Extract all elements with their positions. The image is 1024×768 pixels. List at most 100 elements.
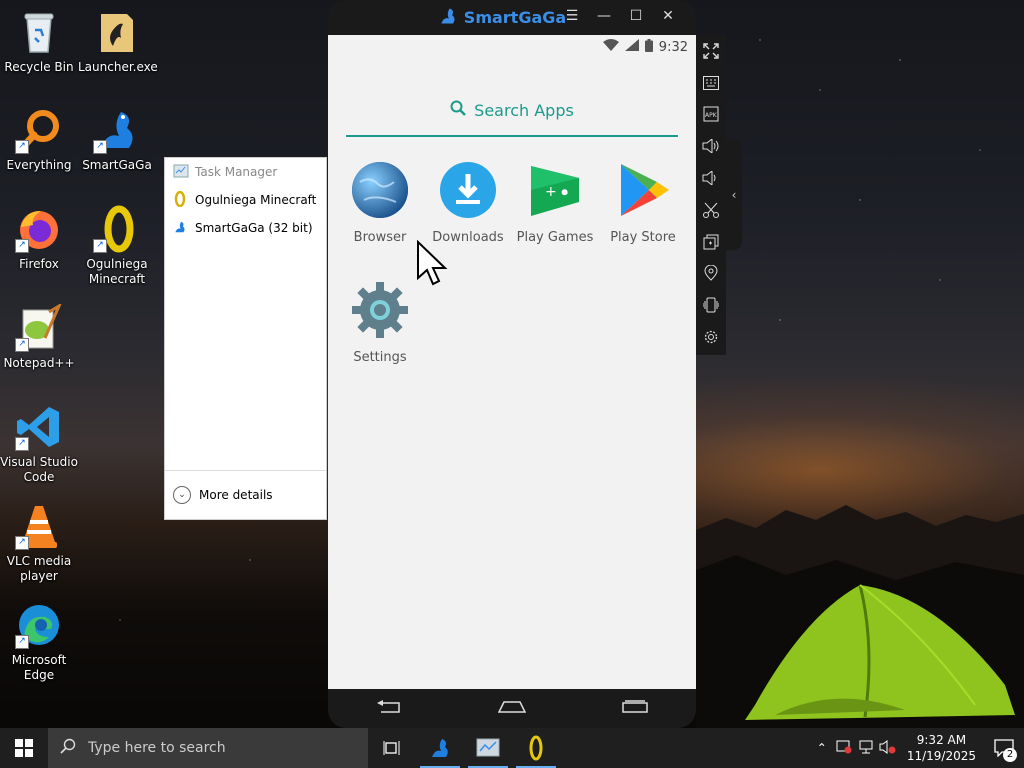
svg-text:+ ⦁: + ⦁ — [545, 184, 568, 200]
maximize-icon[interactable]: ☐ — [628, 8, 644, 24]
android-clock: 9:32 — [658, 39, 688, 55]
svg-text:APK: APK — [705, 112, 718, 119]
minimize-icon[interactable]: — — [596, 8, 612, 24]
app-label: Settings — [353, 350, 407, 365]
back-icon[interactable] — [375, 699, 403, 718]
taskbar-clock[interactable]: 9:32 AM 11/19/2025 — [899, 732, 984, 764]
minecraft-launcher-icon: ↗ — [93, 205, 141, 253]
task-manager-item-label: SmartGaGa (32 bit) — [195, 221, 313, 235]
app-downloads[interactable]: Downloads — [423, 160, 513, 245]
task-manager-window: Task Manager Ogulniega Minecraft SmartGa… — [164, 157, 327, 520]
firefox-icon: ↗ — [15, 205, 63, 253]
task-manager-title: Task Manager — [195, 165, 278, 179]
desktop-icon-label: Visual Studio Code — [0, 455, 78, 484]
task-view-icon — [383, 741, 400, 755]
desktop-icon-label: Microsoft Edge — [11, 653, 67, 682]
downloads-icon — [438, 160, 498, 220]
app-browser[interactable]: Browser — [335, 160, 425, 245]
shake-vibrate-icon[interactable] — [696, 289, 726, 321]
wifi-icon — [602, 39, 619, 55]
taskbar-search-placeholder: Type here to search — [88, 740, 226, 756]
desktop-icon-recycle-bin[interactable]: Recycle Bin — [0, 8, 78, 75]
chevron-up-icon[interactable]: ⌃ — [811, 741, 833, 755]
fullscreen-icon[interactable] — [696, 35, 726, 67]
desktop-icon-label: Launcher.exe — [78, 60, 158, 74]
desktop-icon-vlc[interactable]: ↗ VLC media player — [0, 502, 78, 584]
desktop-icon-notepadpp[interactable]: ↗ Notepad++ — [0, 302, 78, 371]
volume-muted-icon[interactable] — [877, 739, 899, 757]
desktop-icon-smartgaga[interactable]: ↗ SmartGaGa — [78, 106, 156, 173]
close-icon[interactable]: ✕ — [660, 8, 676, 24]
android-nav-bar — [328, 689, 696, 728]
hamburger-menu-icon[interactable]: ☰ — [564, 8, 580, 24]
app-label: Play Store — [610, 230, 676, 245]
task-view-button[interactable] — [368, 728, 416, 768]
launcher-icon — [93, 8, 141, 56]
desktop-icon-vscode[interactable]: ↗ Visual Studio Code — [0, 403, 78, 485]
desktop-icon-label: SmartGaGa — [82, 158, 152, 172]
sidebar-collapse-toggle[interactable]: ‹ — [726, 140, 742, 250]
search-icon — [450, 100, 467, 120]
smartgaga-emulator-window: SmartGaGa ☰ — ☐ ✕ 9:32 Search Apps Brows… — [328, 0, 696, 728]
multi-instance-icon[interactable] — [696, 226, 726, 258]
desktop-icon-firefox[interactable]: ↗ Firefox — [0, 205, 78, 272]
desktop-icon-label: Ogulniega Minecraft — [86, 257, 148, 286]
minecraft-launcher-icon — [173, 190, 187, 210]
smartgaga-logo-icon — [438, 6, 458, 30]
task-manager-item-minecraft[interactable]: Ogulniega Minecraft — [165, 186, 326, 214]
clock-date: 11/19/2025 — [906, 749, 976, 763]
task-manager-title-bar: Task Manager — [165, 158, 326, 186]
more-details-label: More details — [199, 488, 273, 502]
android-screen: 9:32 Search Apps Browser Downloads + ⦁ P… — [328, 35, 696, 689]
start-button[interactable] — [0, 728, 48, 768]
home-icon[interactable] — [497, 699, 527, 718]
volume-up-icon[interactable] — [696, 130, 726, 162]
app-play-store[interactable]: Play Store — [598, 160, 688, 245]
desktop-icon-edge[interactable]: ↗ Microsoft Edge — [0, 601, 78, 683]
more-details-button[interactable]: ⌄ More details — [165, 470, 326, 519]
everything-search-icon: ↗ — [15, 106, 63, 154]
app-settings[interactable]: Settings — [335, 280, 425, 365]
search-apps-label: Search Apps — [474, 100, 574, 120]
desktop-icon-label: Notepad++ — [3, 356, 75, 370]
desktop-icon-label: VLC media player — [6, 554, 72, 583]
desktop-icon-launcher[interactable]: Launcher.exe — [78, 8, 158, 75]
play-games-icon: + ⦁ — [525, 160, 585, 220]
taskbar-search-box[interactable]: Type here to search — [48, 728, 368, 768]
taskbar-task-manager[interactable] — [464, 728, 512, 768]
network-icon[interactable] — [855, 740, 877, 757]
screenshot-scissors-icon[interactable] — [696, 194, 726, 226]
smartgaga-icon — [432, 739, 448, 757]
volume-down-icon[interactable] — [696, 162, 726, 194]
vscode-icon: ↗ — [15, 403, 63, 451]
desktop-icon-minecraft[interactable]: ↗ Ogulniega Minecraft — [78, 205, 156, 287]
install-apk-icon[interactable]: APK — [696, 99, 726, 131]
emulator-side-toolbar: APK — [696, 35, 726, 355]
smartgaga-icon: ↗ — [93, 106, 141, 154]
keyboard-icon[interactable] — [696, 67, 726, 99]
security-alert-icon[interactable] — [833, 740, 855, 757]
settings-icon[interactable] — [696, 321, 726, 353]
notification-count: 2 — [1003, 748, 1017, 762]
notepadpp-icon: ↗ — [15, 302, 63, 352]
taskbar-smartgaga[interactable] — [416, 728, 464, 768]
action-center-button[interactable]: 2 — [984, 728, 1024, 768]
windows-logo-icon — [15, 739, 33, 757]
task-manager-icon — [173, 164, 189, 181]
chevron-down-icon: ⌄ — [173, 486, 191, 504]
search-icon — [60, 738, 76, 758]
task-manager-item-smartgaga[interactable]: SmartGaGa (32 bit) — [165, 214, 326, 242]
taskbar-minecraft[interactable] — [512, 728, 560, 768]
app-play-games[interactable]: + ⦁ Play Games — [510, 160, 600, 245]
search-apps-bar[interactable]: Search Apps — [346, 85, 678, 137]
desktop-icon-everything[interactable]: ↗ Everything — [0, 106, 78, 173]
location-pin-icon[interactable] — [696, 258, 726, 290]
edge-icon: ↗ — [15, 601, 63, 649]
browser-globe-icon — [350, 160, 410, 220]
desktop-icon-label: Firefox — [19, 257, 59, 271]
recent-apps-icon[interactable] — [621, 699, 649, 718]
smartgaga-icon — [173, 219, 187, 238]
vlc-icon: ↗ — [15, 502, 63, 550]
recycle-bin-icon — [15, 8, 63, 56]
task-manager-icon — [476, 738, 500, 757]
